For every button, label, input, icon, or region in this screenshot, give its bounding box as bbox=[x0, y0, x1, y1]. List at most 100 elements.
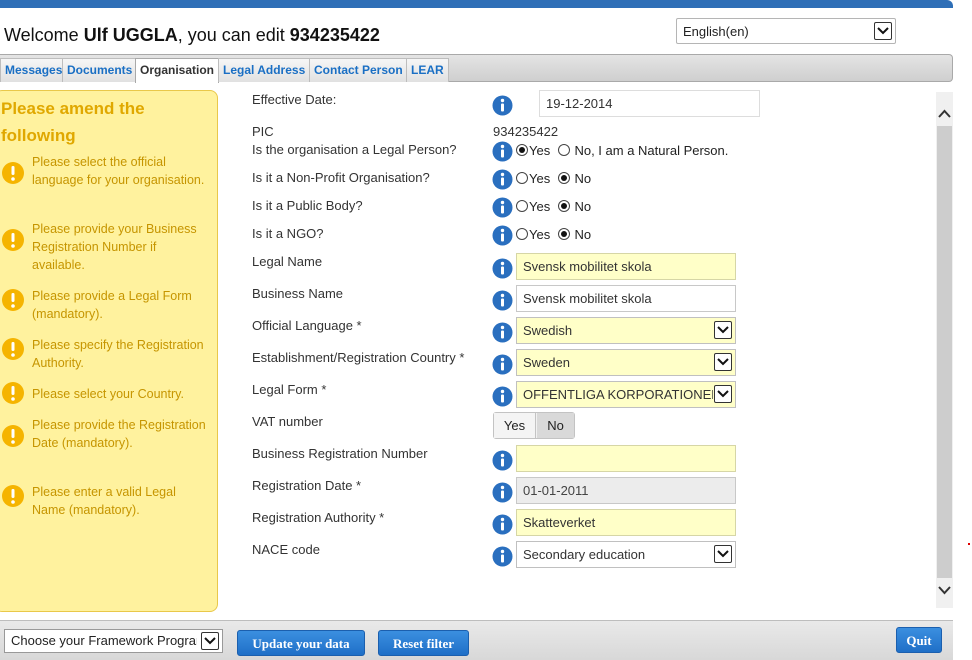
radio-label: Yes bbox=[529, 199, 551, 214]
ngo-yes-radio[interactable] bbox=[516, 228, 528, 240]
select-value: Sweden bbox=[523, 355, 570, 370]
business-name-label: Business Name bbox=[252, 286, 344, 301]
radio-label: Yes bbox=[529, 171, 551, 186]
tab-messages[interactable]: Messages bbox=[0, 58, 68, 82]
select-value: Choose your Framework Programme bbox=[11, 633, 197, 648]
radio-label: No bbox=[574, 199, 592, 214]
chevron-down-icon[interactable] bbox=[714, 321, 732, 339]
country-select[interactable]: Sweden bbox=[516, 349, 736, 376]
language-select[interactable]: English(en) bbox=[676, 18, 896, 44]
warning-icon bbox=[1, 424, 25, 448]
info-icon[interactable] bbox=[492, 258, 513, 279]
validation-text: Please provide a Legal Form (mandatory). bbox=[32, 289, 192, 321]
validation-text: Please select your Country. bbox=[32, 387, 184, 401]
warning-icon bbox=[1, 484, 25, 508]
legal-form-select[interactable]: OFFENTLIGA KORPORATIONER OCH ANSTALTER bbox=[516, 381, 736, 408]
tab-organisation[interactable]: Organisation bbox=[135, 58, 220, 83]
validation-text: Please provide your Business Registratio… bbox=[32, 222, 197, 272]
chevron-down-icon[interactable] bbox=[714, 385, 732, 403]
info-icon[interactable] bbox=[492, 354, 513, 375]
country-label: Establishment/Registration Country * bbox=[252, 350, 465, 365]
registration-authority-input[interactable]: Skatteverket bbox=[516, 509, 736, 536]
public-body-no-radio[interactable] bbox=[557, 200, 570, 212]
legal-person-yes-radio[interactable] bbox=[516, 144, 528, 156]
radio-label: No bbox=[574, 227, 592, 242]
select-value: Secondary education bbox=[523, 547, 646, 562]
select-value: Swedish bbox=[523, 323, 573, 338]
effective-date-label: Effective Date: bbox=[252, 92, 337, 107]
public-body-radio-group: Yes No bbox=[516, 199, 591, 214]
vat-toggle: Yes No bbox=[493, 412, 575, 439]
info-icon[interactable] bbox=[492, 546, 513, 567]
vat-no-button[interactable]: No bbox=[537, 413, 574, 438]
legal-person-label: Is the organisation a Legal Person? bbox=[252, 142, 457, 157]
welcome-prefix: Welcome bbox=[4, 25, 84, 45]
legal-person-radio-group: Yes No, I am a Natural Person. bbox=[516, 143, 728, 158]
info-icon[interactable] bbox=[492, 322, 513, 343]
scroll-down-icon[interactable] bbox=[937, 582, 952, 598]
nace-select[interactable]: Secondary education bbox=[516, 541, 736, 568]
edit-pic: 934235422 bbox=[289, 25, 380, 45]
tab-contact-person[interactable]: Contact Person bbox=[309, 58, 408, 82]
public-body-yes-radio[interactable] bbox=[516, 200, 528, 212]
ngo-radio-group: Yes No bbox=[516, 227, 591, 242]
warning-icon bbox=[1, 381, 25, 405]
update-data-button[interactable]: Update your data bbox=[237, 630, 365, 656]
info-icon[interactable] bbox=[492, 290, 513, 311]
radio-label: No, I am a Natural Person. bbox=[574, 143, 729, 158]
chevron-down-icon[interactable] bbox=[714, 545, 732, 563]
ngo-no-radio[interactable] bbox=[557, 228, 570, 240]
info-icon[interactable] bbox=[492, 514, 513, 535]
info-icon[interactable] bbox=[492, 450, 513, 471]
scroll-thumb[interactable] bbox=[937, 126, 952, 578]
brn-input[interactable] bbox=[516, 445, 736, 472]
marker-dot bbox=[968, 543, 970, 545]
reset-filter-button[interactable]: Reset filter bbox=[378, 630, 469, 656]
registration-date-input[interactable]: 01-01-2011 bbox=[516, 477, 736, 504]
brn-label: Business Registration Number bbox=[252, 446, 428, 461]
info-icon[interactable] bbox=[492, 141, 513, 162]
vat-label: VAT number bbox=[252, 414, 323, 429]
welcome-message: Welcome Ulf UGGLA, you can edit 93423542… bbox=[4, 25, 380, 46]
official-language-select[interactable]: Swedish bbox=[516, 317, 736, 344]
info-icon[interactable] bbox=[492, 169, 513, 190]
chevron-down-icon[interactable] bbox=[201, 632, 219, 650]
select-value: OFFENTLIGA KORPORATIONER OCH ANSTALTER bbox=[523, 387, 713, 402]
warning-icon bbox=[1, 161, 25, 185]
framework-programme-select[interactable]: Choose your Framework Programme bbox=[4, 629, 223, 653]
info-icon[interactable] bbox=[492, 197, 513, 218]
quit-button[interactable]: Quit bbox=[896, 627, 942, 653]
validation-text: Please specify the Registration Authorit… bbox=[32, 338, 204, 370]
info-icon[interactable] bbox=[492, 482, 513, 503]
warning-icon bbox=[1, 228, 25, 252]
info-icon[interactable] bbox=[492, 386, 513, 407]
scroll-up-icon[interactable] bbox=[937, 106, 952, 122]
warning-icon bbox=[1, 288, 25, 312]
registration-date-label: Registration Date * bbox=[252, 478, 362, 493]
tab-lear[interactable]: LEAR bbox=[406, 58, 449, 82]
validation-text: Please provide the Registration Date (ma… bbox=[32, 418, 206, 450]
validation-text: Please enter a valid Legal Name (mandato… bbox=[32, 485, 176, 517]
header: Welcome Ulf UGGLA, you can edit 93423542… bbox=[0, 8, 953, 54]
legal-person-no-radio[interactable] bbox=[557, 144, 570, 156]
form-scrollbar[interactable] bbox=[936, 92, 953, 608]
business-name-input[interactable]: Svensk mobilitet skola bbox=[516, 285, 736, 312]
pic-label: PIC bbox=[252, 124, 274, 139]
tab-documents[interactable]: Documents bbox=[62, 58, 138, 82]
pic-value: 934235422 bbox=[493, 124, 559, 139]
legal-name-input[interactable]: Svensk mobilitet skola bbox=[516, 253, 736, 280]
vat-yes-button[interactable]: Yes bbox=[494, 413, 536, 438]
chevron-down-icon[interactable] bbox=[714, 353, 732, 371]
non-profit-no-radio[interactable] bbox=[557, 172, 570, 184]
validation-title: Please amend the following bbox=[1, 99, 145, 145]
validation-panel: Please amend the following Please select… bbox=[0, 90, 218, 612]
non-profit-yes-radio[interactable] bbox=[516, 172, 528, 184]
tab-legal-address[interactable]: Legal Address bbox=[218, 58, 311, 82]
info-icon[interactable] bbox=[492, 95, 513, 116]
legal-name-label: Legal Name bbox=[252, 254, 323, 269]
language-value: English(en) bbox=[683, 24, 749, 39]
info-icon[interactable] bbox=[492, 225, 513, 246]
public-body-label: Is it a Public Body? bbox=[252, 198, 363, 213]
chevron-down-icon[interactable] bbox=[874, 22, 892, 40]
effective-date-field[interactable]: 19-12-2014 bbox=[539, 90, 760, 117]
